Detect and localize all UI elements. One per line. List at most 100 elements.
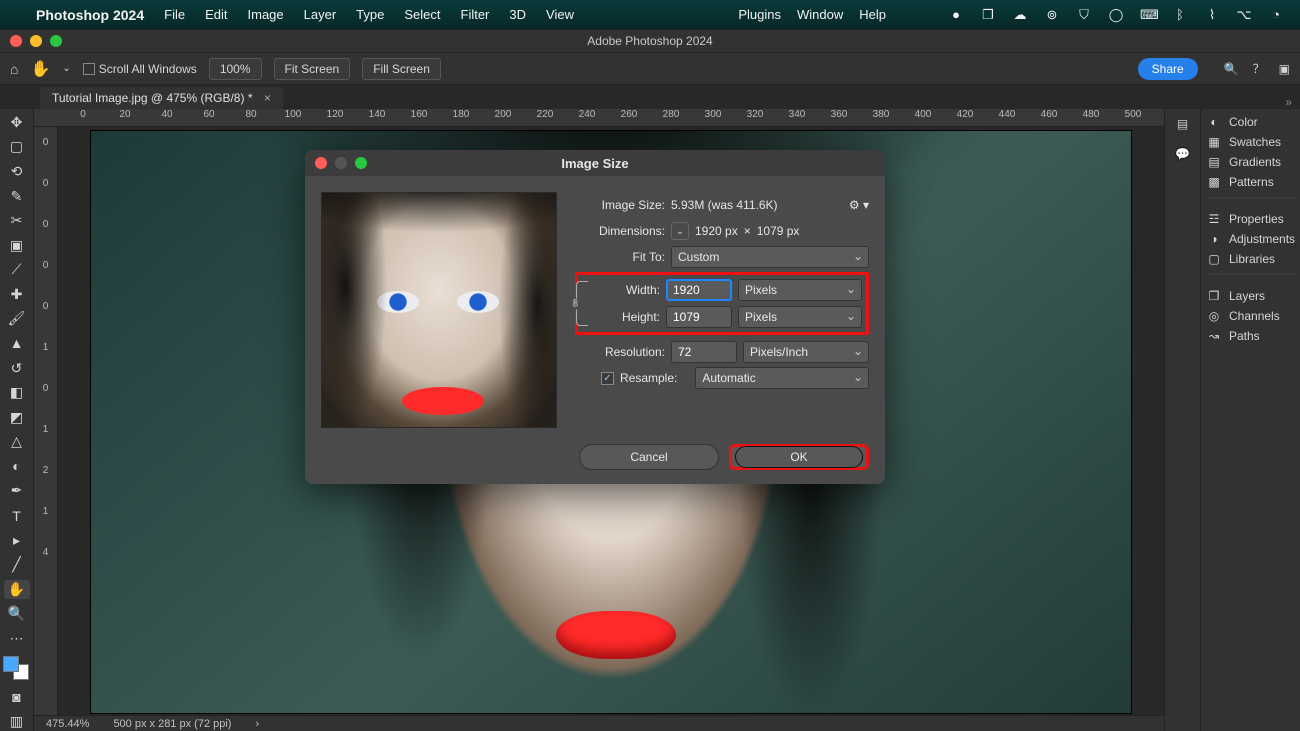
constrain-proportions-icon[interactable] bbox=[576, 281, 588, 326]
menu-edit[interactable]: Edit bbox=[205, 7, 227, 22]
move-tool[interactable]: ✥ bbox=[4, 113, 30, 132]
path-select-tool[interactable]: ▸ bbox=[4, 531, 30, 550]
healing-brush-tool[interactable]: ✚ bbox=[4, 285, 30, 304]
ruler-horizontal[interactable]: 0204060801001201401601802002202402602803… bbox=[34, 109, 1164, 127]
minimize-window-icon[interactable] bbox=[30, 35, 42, 47]
menu-type[interactable]: Type bbox=[356, 7, 384, 22]
maximize-window-icon[interactable] bbox=[50, 35, 62, 47]
gradient-tool[interactable]: ◩ bbox=[4, 408, 30, 427]
document-tab[interactable]: Tutorial Image.jpg @ 475% (RGB/8) * × bbox=[40, 87, 283, 109]
menu-view[interactable]: View bbox=[546, 7, 574, 22]
height-input[interactable] bbox=[666, 306, 732, 328]
status-zoom[interactable]: 475.44% bbox=[46, 718, 89, 730]
panel-a-icon[interactable]: ▤ bbox=[1172, 113, 1194, 135]
tool-preset-chevron-icon[interactable]: ⌄ bbox=[62, 63, 70, 74]
eyedropper-tool[interactable]: ⟋ bbox=[4, 260, 30, 279]
panel-gradients[interactable]: ▤Gradients bbox=[1205, 155, 1296, 169]
fit-screen-button[interactable]: Fit Screen bbox=[274, 58, 351, 80]
scroll-all-windows-checkbox[interactable]: Scroll All Windows bbox=[83, 62, 197, 76]
fit-to-dropdown[interactable]: Custom bbox=[671, 246, 869, 268]
status-chevron-icon[interactable]: › bbox=[255, 718, 259, 730]
share-button[interactable]: Share bbox=[1138, 58, 1198, 80]
menu-help[interactable]: Help bbox=[859, 7, 886, 22]
control-center-icon[interactable]: ⌥ bbox=[1236, 7, 1252, 23]
more-tools[interactable]: ⋯ bbox=[4, 629, 30, 648]
quick-select-tool[interactable]: ✎ bbox=[4, 187, 30, 206]
tab-overflow-icon[interactable]: » bbox=[1285, 95, 1292, 109]
panel-color[interactable]: ◐Color bbox=[1205, 115, 1296, 129]
width-input[interactable] bbox=[666, 279, 732, 301]
eraser-tool[interactable]: ◧ bbox=[4, 383, 30, 402]
blur-tool[interactable]: △ bbox=[4, 433, 30, 452]
resample-checkbox[interactable]: ✓ bbox=[601, 372, 614, 385]
help-icon[interactable]: ？ bbox=[1253, 60, 1265, 77]
height-unit-dropdown[interactable]: Pixels bbox=[738, 306, 862, 328]
app-name[interactable]: Photoshop 2024 bbox=[36, 7, 144, 23]
menu-file[interactable]: File bbox=[164, 7, 185, 22]
gear-icon[interactable]: ⚙ ▾ bbox=[849, 198, 869, 212]
user-icon[interactable]: ◔ bbox=[1268, 7, 1284, 22]
hand-tool[interactable]: ✋ bbox=[4, 580, 30, 599]
panel-patterns[interactable]: ▩Patterns bbox=[1205, 175, 1296, 189]
workspace-icon[interactable]: ▣ bbox=[1279, 62, 1290, 76]
dodge-tool[interactable]: ◐ bbox=[4, 457, 30, 476]
height-label: Height: bbox=[582, 310, 660, 324]
circle-icon[interactable]: ◯ bbox=[1108, 7, 1124, 23]
shape-tool[interactable]: ╱ bbox=[4, 555, 30, 574]
panel-libraries[interactable]: ▢Libraries bbox=[1205, 252, 1296, 266]
menu-image[interactable]: Image bbox=[248, 7, 284, 22]
menu-filter[interactable]: Filter bbox=[461, 7, 490, 22]
crop-tool[interactable]: ✂ bbox=[4, 211, 30, 230]
bluetooth-icon[interactable]: ᛒ bbox=[1172, 7, 1188, 22]
menu-select[interactable]: Select bbox=[404, 7, 440, 22]
record-icon[interactable]: ● bbox=[948, 7, 964, 22]
fill-screen-button[interactable]: Fill Screen bbox=[362, 58, 441, 80]
menu-plugins[interactable]: Plugins bbox=[738, 7, 781, 22]
ok-button[interactable]: OK bbox=[735, 446, 863, 468]
panel-adjustments[interactable]: ◑Adjustments bbox=[1205, 232, 1296, 246]
marquee-tool[interactable]: ▢ bbox=[4, 138, 30, 157]
panel-layers[interactable]: ❒Layers bbox=[1205, 289, 1296, 303]
panel-swatches[interactable]: ▦Swatches bbox=[1205, 135, 1296, 149]
resolution-input[interactable] bbox=[671, 341, 737, 363]
frame-tool[interactable]: ▣ bbox=[4, 236, 30, 255]
dialog-titlebar[interactable]: Image Size bbox=[305, 150, 885, 176]
hand-tool-icon[interactable]: ✋ bbox=[30, 59, 50, 79]
close-tab-icon[interactable]: × bbox=[264, 91, 271, 105]
screens-icon[interactable]: ❐ bbox=[980, 7, 996, 23]
cancel-button[interactable]: Cancel bbox=[579, 444, 719, 470]
status-doc-info[interactable]: 500 px x 281 px (72 ppi) bbox=[113, 718, 231, 730]
menu-window[interactable]: Window bbox=[797, 7, 843, 22]
shield-icon[interactable]: ⛉ bbox=[1076, 7, 1092, 23]
type-tool[interactable]: T bbox=[4, 506, 30, 525]
close-window-icon[interactable] bbox=[10, 35, 22, 47]
input-icon[interactable]: ⌨ bbox=[1140, 7, 1156, 23]
ruler-vertical[interactable]: 00000101214 bbox=[34, 127, 58, 715]
zoom-tool[interactable]: 🔍 bbox=[4, 605, 30, 624]
lasso-tool[interactable]: ⟲ bbox=[4, 162, 30, 181]
resolution-unit-dropdown[interactable]: Pixels/Inch bbox=[743, 341, 869, 363]
search-icon[interactable]: 🔍 bbox=[1224, 62, 1239, 76]
color-swatches[interactable] bbox=[3, 656, 31, 682]
width-unit-dropdown[interactable]: Pixels bbox=[738, 279, 862, 301]
menu-layer[interactable]: Layer bbox=[304, 7, 337, 22]
screen-mode-tool[interactable]: ▥ bbox=[4, 712, 30, 731]
panel-b-icon[interactable]: 💬 bbox=[1172, 143, 1194, 165]
cc-icon[interactable]: ⊚ bbox=[1044, 7, 1060, 23]
panel-paths[interactable]: ↝Paths bbox=[1205, 329, 1296, 343]
panel-properties[interactable]: ☲Properties bbox=[1205, 212, 1296, 226]
resample-dropdown[interactable]: Automatic bbox=[695, 367, 869, 389]
zoom-100-button[interactable]: 100% bbox=[209, 58, 262, 80]
home-icon[interactable]: ⌂ bbox=[10, 61, 18, 77]
cloud-icon[interactable]: ☁ bbox=[1012, 7, 1028, 23]
history-brush-tool[interactable]: ↺ bbox=[4, 359, 30, 378]
clone-stamp-tool[interactable]: ▲ bbox=[4, 334, 30, 353]
menu-3d[interactable]: 3D bbox=[509, 7, 526, 22]
brush-tool[interactable]: 🖌 bbox=[4, 310, 30, 329]
quick-mask-tool[interactable]: ◙ bbox=[4, 688, 30, 707]
pen-tool[interactable]: ✒ bbox=[4, 482, 30, 501]
dialog-preview[interactable] bbox=[321, 192, 557, 428]
panel-channels[interactable]: ◎Channels bbox=[1205, 309, 1296, 323]
dimensions-dropdown-icon[interactable]: ⌄ bbox=[671, 222, 689, 240]
wifi-icon[interactable]: ⌇ bbox=[1204, 7, 1220, 23]
